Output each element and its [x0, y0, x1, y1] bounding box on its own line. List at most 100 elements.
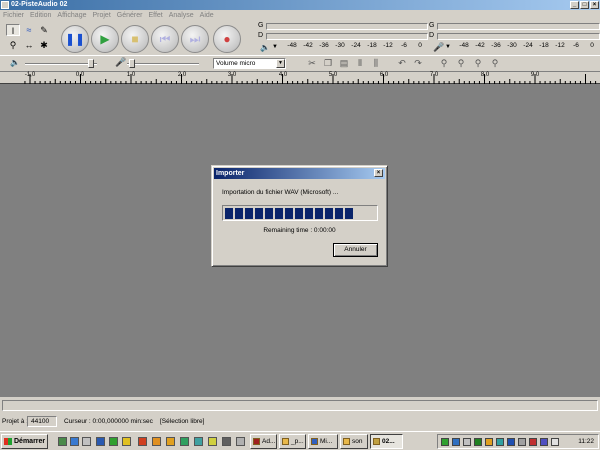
pencil-icon: ✎: [40, 25, 48, 35]
quicklaunch-pc-icon[interactable]: [222, 437, 231, 446]
input-volume-thumb[interactable]: [129, 59, 135, 68]
quicklaunch-music-icon[interactable]: [194, 437, 203, 446]
taskbar-task[interactable]: _p...: [279, 434, 306, 449]
timeshift-tool-button[interactable]: ↔: [22, 39, 36, 51]
close-icon: ×: [592, 2, 597, 8]
quicklaunch-folder-icon[interactable]: [208, 437, 217, 446]
ruler-label: -1,0: [24, 72, 36, 78]
zoom-in-button[interactable]: ⚲: [437, 57, 451, 70]
silence-button[interactable]: ⫼: [369, 57, 383, 70]
trim-button[interactable]: ⫴: [353, 57, 367, 70]
quicklaunch-explorer-icon[interactable]: [82, 437, 91, 446]
task-app-icon: [253, 438, 260, 445]
quicklaunch-app-icon[interactable]: [122, 437, 131, 446]
copy-button[interactable]: ❐: [321, 57, 335, 70]
fit-selection-icon: ⚲: [474, 58, 482, 68]
menu-affichage[interactable]: Affichage: [54, 10, 89, 21]
fit-selection-button[interactable]: ⚲: [471, 57, 485, 70]
quicklaunch-excel-icon[interactable]: [109, 437, 118, 446]
tray-icon[interactable]: [518, 438, 526, 446]
multi-tool-button[interactable]: ✱: [37, 39, 51, 51]
cancel-button[interactable]: Annuler: [333, 243, 378, 257]
quicklaunch-firefox-icon[interactable]: [152, 437, 161, 446]
dialog-close-button[interactable]: ×: [374, 169, 383, 177]
selection-tool-button[interactable]: I: [6, 24, 20, 36]
start-button[interactable]: Démarrer: [1, 434, 48, 449]
tray-icon[interactable]: [507, 438, 515, 446]
zoom-in-icon: ⚲: [440, 58, 448, 68]
quicklaunch-desktop-icon[interactable]: [58, 437, 67, 446]
envelope-tool-button[interactable]: ≈: [22, 24, 36, 36]
tray-icon[interactable]: [452, 438, 460, 446]
tray-icon[interactable]: [485, 438, 493, 446]
progress-block: [305, 208, 313, 219]
input-source-select[interactable]: Volume micro ▼: [213, 58, 286, 69]
output-dropdown-arrow-icon[interactable]: ▼: [272, 44, 278, 50]
folder-icon: [343, 438, 350, 445]
select-chevron-down-icon: ▼: [276, 59, 285, 68]
quicklaunch-word-icon[interactable]: [96, 437, 105, 446]
import-progress-bar: [222, 205, 378, 221]
maximize-button[interactable]: □: [580, 1, 589, 9]
stop-button[interactable]: ■: [121, 25, 149, 53]
pause-icon: ❚❚: [64, 32, 86, 46]
close-button[interactable]: ×: [590, 1, 599, 9]
output-meter[interactable]: G D 🔈 ▼ -48 -42 -36 -30 -24 -18 -12 -6 0: [258, 22, 428, 54]
menu-aide[interactable]: Aide: [197, 10, 217, 21]
ruler-label: 8,0: [480, 72, 490, 78]
quicklaunch-tool-icon[interactable]: [166, 437, 175, 446]
taskbar-task[interactable]: Ad...: [250, 434, 277, 449]
taskbar-task[interactable]: son: [340, 434, 368, 449]
tray-icon[interactable]: [474, 438, 482, 446]
input-meter-left-letter: G: [429, 22, 435, 29]
input-dropdown-arrow-icon[interactable]: ▼: [445, 44, 451, 50]
tray-icon[interactable]: [441, 438, 449, 446]
tray-icon[interactable]: [496, 438, 504, 446]
tray-icon[interactable]: [540, 438, 548, 446]
menu-fichier[interactable]: Fichier: [0, 10, 27, 21]
draw-tool-button[interactable]: ✎: [37, 24, 51, 36]
fit-project-button[interactable]: ⚲: [488, 57, 502, 70]
taskbar-task[interactable]: Mi...: [308, 434, 338, 449]
minimize-button[interactable]: _: [570, 1, 579, 9]
play-button[interactable]: ▶: [91, 25, 119, 53]
record-button[interactable]: ●: [213, 25, 241, 53]
pause-button[interactable]: ❚❚: [61, 25, 89, 53]
project-rate-field[interactable]: 44100: [27, 416, 57, 427]
zoom-out-button[interactable]: ⚲: [454, 57, 468, 70]
skip-start-button[interactable]: ⏮: [151, 25, 179, 53]
tray-icon[interactable]: [463, 438, 471, 446]
quicklaunch-extra-icon[interactable]: [236, 437, 245, 446]
menu-projet[interactable]: Projet: [89, 10, 113, 21]
output-volume-slider[interactable]: [25, 63, 97, 65]
quicklaunch-ie-icon[interactable]: [70, 437, 79, 446]
ruler-label: 3,0: [227, 72, 237, 78]
paste-button[interactable]: ▤: [337, 57, 351, 70]
output-volume-thumb[interactable]: [88, 59, 94, 68]
undo-button[interactable]: ↶: [395, 57, 409, 70]
input-meter[interactable]: G D 🎤 ▼ -48 -42 -36 -30 -24 -18 -12 -6 0: [429, 22, 600, 54]
ruler-label: 1,0: [126, 72, 136, 78]
progress-block: [255, 208, 263, 219]
timeline-ruler[interactable]: -1,0 0,0 1,0 2,0 3,0 4,0 5,0 6,0 7,0 8,0…: [0, 72, 600, 84]
menu-analyse[interactable]: Analyse: [166, 10, 197, 21]
speaker-tray-icon[interactable]: [551, 438, 559, 446]
horizontal-scrollbar[interactable]: [2, 400, 598, 411]
menu-edition[interactable]: Edition: [27, 10, 54, 21]
menu-effet[interactable]: Effet: [145, 10, 165, 21]
redo-button[interactable]: ↷: [411, 57, 425, 70]
taskbar-task-active[interactable]: 02...: [370, 434, 403, 449]
menu-generer[interactable]: Générer: [114, 10, 146, 21]
trim-icon: ⫴: [358, 58, 362, 68]
cut-button[interactable]: ✂: [305, 57, 319, 70]
selection-mode-status: [Sélection libre]: [160, 418, 205, 425]
input-volume-slider[interactable]: [127, 63, 199, 65]
quicklaunch-media-icon[interactable]: [138, 437, 147, 446]
skip-end-button[interactable]: ⏭: [181, 25, 209, 53]
tray-icon[interactable]: [529, 438, 537, 446]
progress-block: [225, 208, 233, 219]
quicklaunch-tool2-icon[interactable]: [180, 437, 189, 446]
zoom-tool-button[interactable]: ⚲: [6, 39, 20, 51]
progress-block: [345, 208, 353, 219]
output-meter-left-track: [266, 23, 428, 30]
